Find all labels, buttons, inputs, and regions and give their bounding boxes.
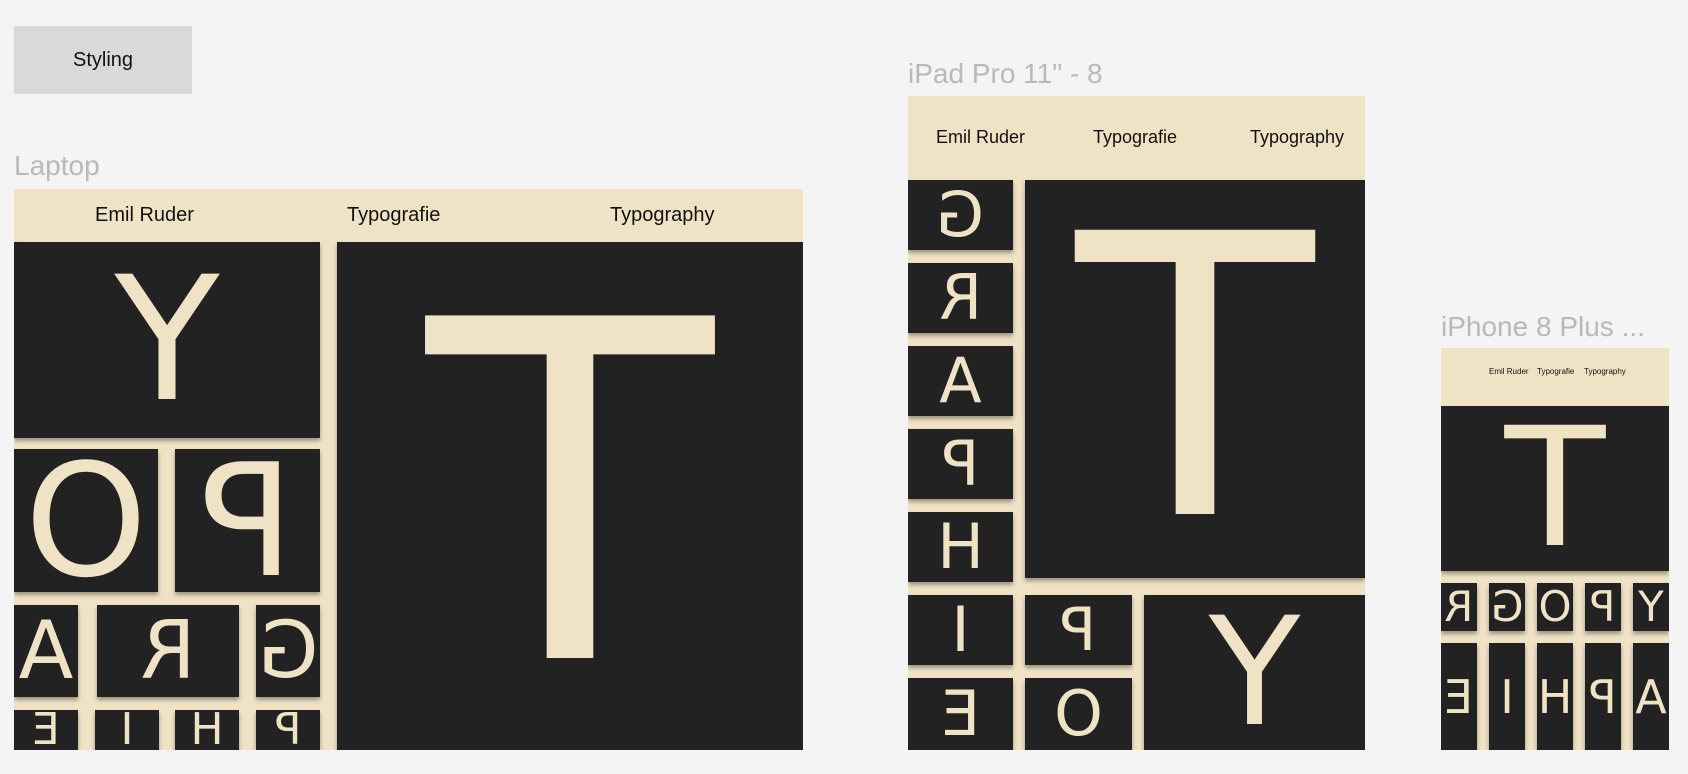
iphone-frame: Emil Ruder Typografie Typography T R G O… [1441, 348, 1669, 750]
tile-letter-t: T [1025, 180, 1365, 578]
tile-letter-p-small-mirrored: P [1585, 643, 1621, 750]
letter-y: Y [114, 242, 220, 438]
tile-letter-e-mirrored: E [1441, 643, 1477, 750]
tile-letter-g-mirrored: G [908, 180, 1013, 250]
letter-g: G [1490, 583, 1524, 631]
laptop-frame: Emil Ruder Typografie Typography T Y O P… [14, 189, 803, 750]
ipad-frame-label[interactable]: iPad Pro 11" - 8 [908, 58, 1103, 90]
letter-t: T [1504, 406, 1606, 571]
ipad-frame: Emil Ruder Typografie Typography T G R A… [908, 96, 1365, 750]
letter-r: R [1444, 583, 1474, 631]
styling-button[interactable]: Styling [14, 26, 192, 94]
tile-letter-p-small-mirrored: P [1025, 595, 1132, 665]
nav-typografie[interactable]: Typografie [347, 189, 440, 241]
tile-letter-o: O [1537, 583, 1573, 631]
tile-letter-g-mirrored: G [1489, 583, 1525, 631]
tile-letter-p-mirrored: P [908, 429, 1013, 499]
tile-letter-a: A [1633, 643, 1669, 750]
letter-i: I [951, 595, 970, 665]
letter-y: Y [1208, 595, 1301, 750]
letter-r: R [140, 605, 196, 697]
tile-letter-t: T [1441, 406, 1669, 571]
tile-letter-r-mirrored: R [908, 263, 1013, 333]
tile-letter-o: O [1025, 678, 1132, 750]
letter-p-small: P [274, 710, 302, 750]
letter-o: O [24, 449, 148, 592]
nav-author[interactable]: Emil Ruder [1489, 348, 1529, 394]
iphone-frame-label[interactable]: iPhone 8 Plus ... [1441, 311, 1645, 343]
letter-h: H [937, 512, 984, 582]
tile-letter-a: A [908, 346, 1013, 416]
tile-letter-r-mirrored: R [1441, 583, 1477, 631]
tile-letter-h: H [1537, 643, 1573, 750]
nav-author[interactable]: Emil Ruder [936, 96, 1025, 178]
letter-p-small: P [1060, 595, 1097, 665]
tile-letter-t: T [337, 242, 803, 750]
tile-letter-p-mirrored: P [175, 449, 320, 592]
tile-letter-p-mirrored: P [1585, 583, 1621, 631]
letter-p-small: P [1589, 669, 1617, 724]
nav-typography[interactable]: Typography [610, 189, 715, 241]
letter-a: A [18, 605, 74, 697]
tile-letter-y: Y [1144, 595, 1365, 750]
letter-h: H [190, 710, 224, 750]
letter-h: H [1537, 669, 1573, 724]
laptop-frame-label[interactable]: Laptop [14, 150, 100, 182]
letter-i: I [1500, 669, 1514, 724]
tile-letter-h: H [908, 512, 1013, 582]
nav-author[interactable]: Emil Ruder [95, 189, 194, 241]
letter-r: R [938, 263, 983, 333]
tile-letter-y: Y [14, 242, 320, 438]
tile-letter-y: Y [1633, 583, 1669, 631]
letter-t: T [1075, 180, 1315, 578]
letter-y: Y [1638, 583, 1664, 631]
letter-e: E [32, 710, 60, 750]
tile-letter-r-mirrored: R [97, 605, 239, 697]
tile-letter-i: I [95, 710, 159, 750]
nav-typography[interactable]: Typography [1250, 96, 1344, 178]
letter-a: A [939, 346, 982, 416]
tile-letter-i: I [908, 595, 1013, 665]
tile-letter-e-mirrored: E [14, 710, 78, 750]
letter-e: E [940, 678, 981, 750]
nav-typografie[interactable]: Typografie [1093, 96, 1177, 178]
tile-letter-e-mirrored: E [908, 678, 1013, 750]
tile-letter-h: H [175, 710, 239, 750]
letter-o: O [1538, 583, 1572, 631]
letter-g: G [257, 606, 319, 696]
tile-letter-o: O [14, 449, 158, 592]
tile-letter-g-mirrored: G [256, 605, 320, 697]
letter-o: O [1054, 678, 1103, 750]
nav-typography[interactable]: Typography [1584, 348, 1626, 394]
letter-a: A [1635, 669, 1667, 724]
letter-p: P [200, 449, 295, 592]
nav-typografie[interactable]: Typografie [1537, 348, 1574, 394]
letter-e: E [1444, 669, 1474, 724]
letter-g: G [936, 180, 985, 250]
letter-p: P [1590, 583, 1616, 631]
tile-letter-i: I [1489, 643, 1525, 750]
letter-t: T [426, 242, 714, 750]
tile-letter-a: A [14, 605, 78, 697]
tile-letter-p-small-mirrored: P [256, 710, 320, 750]
letter-i: I [120, 710, 134, 750]
letter-p: P [941, 429, 980, 499]
